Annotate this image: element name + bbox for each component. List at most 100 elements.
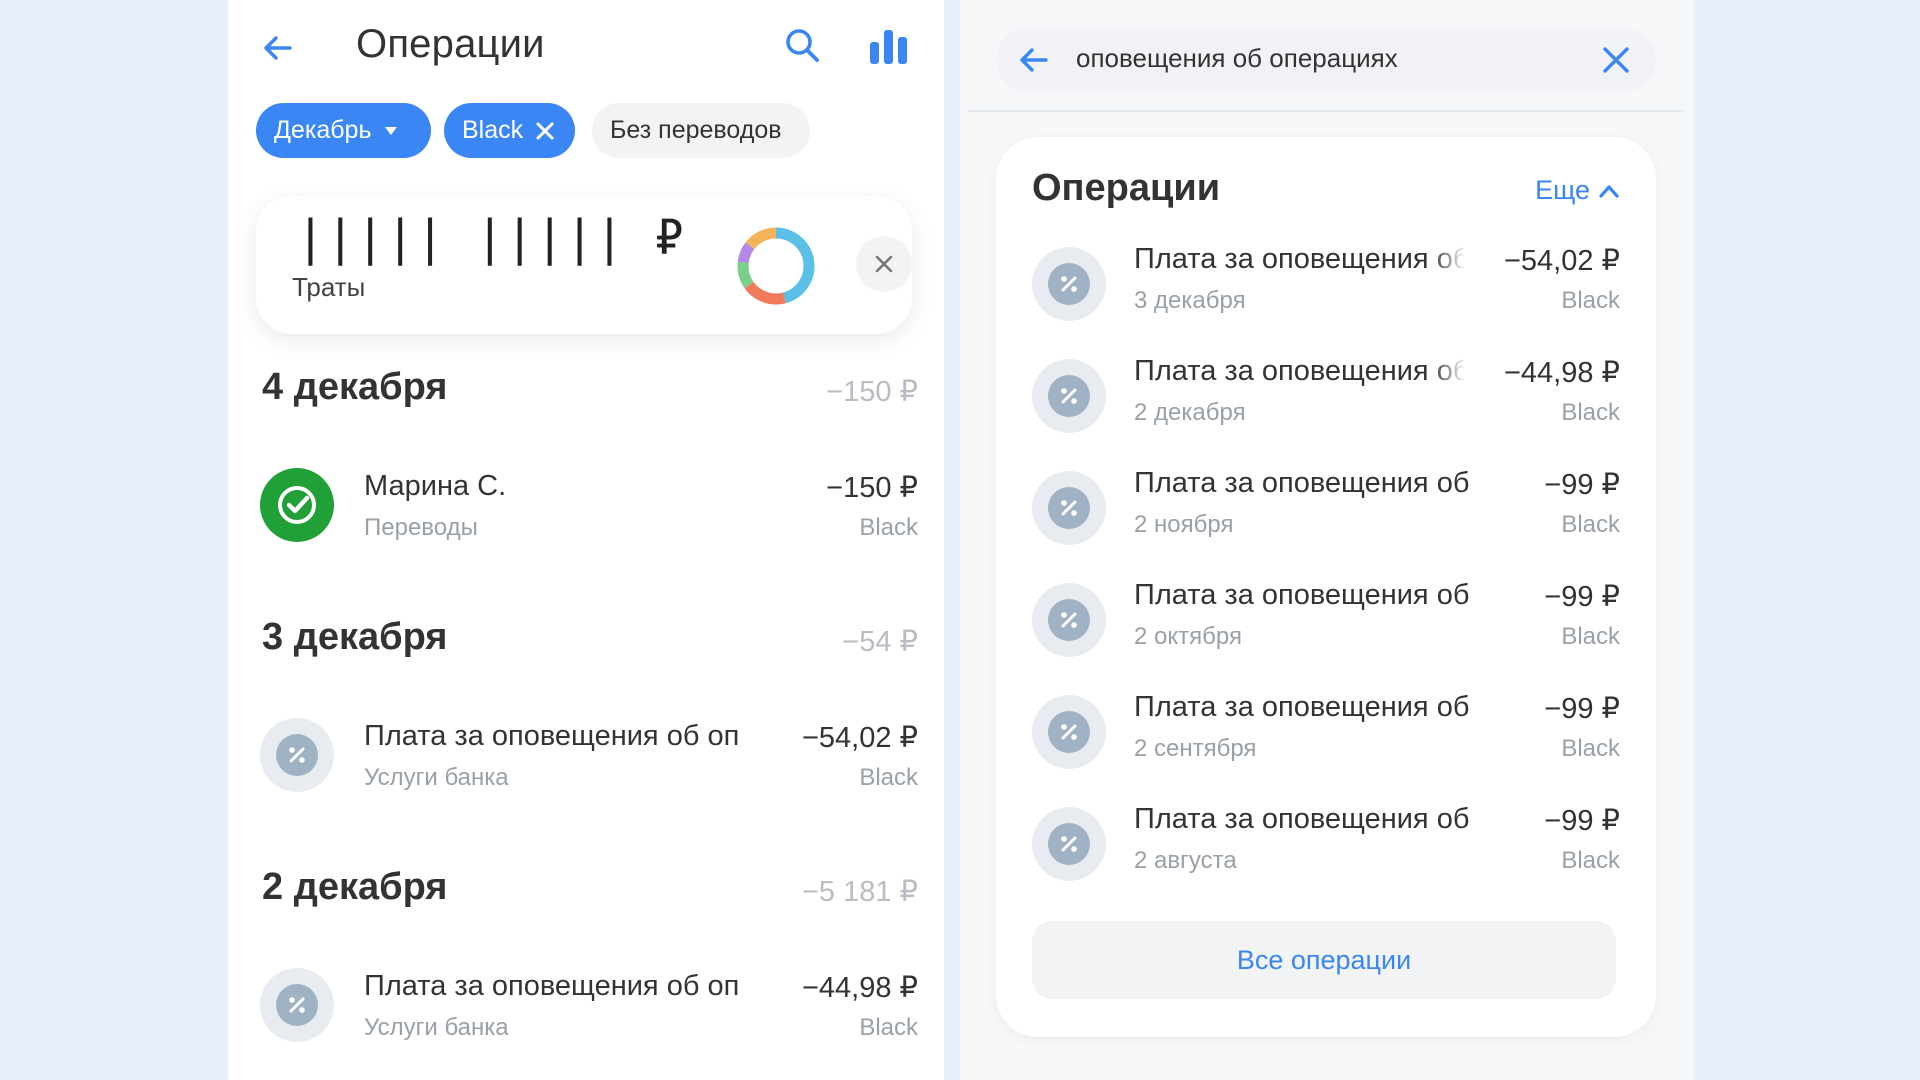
percent-icon xyxy=(260,968,334,1042)
spending-donut-icon xyxy=(734,224,818,308)
result-card: Black xyxy=(1561,735,1620,762)
result-card: Black xyxy=(1561,511,1620,538)
result-card: Black xyxy=(1561,623,1620,650)
result-card: Black xyxy=(1561,287,1620,314)
month-filter-label: Декабрь xyxy=(274,116,372,144)
search-bar[interactable]: оповещения об операциях xyxy=(996,28,1656,92)
search-result-row[interactable]: Плата за оповещения об 2 сентября −99 ₽ Bla… xyxy=(996,685,1656,781)
transaction-category: Услуги банка xyxy=(364,764,509,791)
result-title: Плата за оповещения об xyxy=(1134,355,1464,387)
transaction-card: Black xyxy=(859,764,918,791)
spending-summary-card[interactable]: ||||| ||||| ₽ Траты xyxy=(256,196,912,334)
back-arrow-icon[interactable] xyxy=(260,30,296,66)
percent-icon xyxy=(1032,807,1106,881)
text-fade xyxy=(1432,353,1466,393)
no-transfers-label: Без переводов xyxy=(610,116,782,144)
percent-icon xyxy=(260,718,334,792)
result-card: Black xyxy=(1561,847,1620,874)
transaction-row[interactable]: Плата за оповещения об оп Услуги банка −… xyxy=(228,960,944,1060)
date-header: 2 декабря xyxy=(262,866,448,908)
analytics-chart-icon[interactable] xyxy=(868,26,910,66)
result-amount: −99 ₽ xyxy=(1538,467,1620,502)
percent-icon xyxy=(1032,471,1106,545)
result-date: 2 ноября xyxy=(1134,511,1234,538)
transaction-title: Плата за оповещения об оп xyxy=(364,720,740,752)
result-date: 2 декабря xyxy=(1134,399,1246,426)
text-fade xyxy=(742,718,776,758)
text-fade xyxy=(1480,801,1514,841)
transaction-amount: −44,98 ₽ xyxy=(801,972,918,1004)
text-fade xyxy=(1480,577,1514,617)
more-label: Еще xyxy=(1535,175,1590,205)
result-amount: −44,98 ₽ xyxy=(1497,355,1620,390)
back-arrow-icon[interactable] xyxy=(1016,42,1052,78)
text-fade xyxy=(742,968,776,1008)
percent-icon xyxy=(1032,695,1106,769)
transaction-title: Марина С. xyxy=(364,470,507,502)
section-title: Операции xyxy=(1032,167,1221,209)
transaction-amount: −150 ₽ xyxy=(826,472,918,504)
date-header: 4 декабря xyxy=(262,366,448,408)
spending-amount-masked: ||||| ||||| ₽ xyxy=(296,210,685,266)
operations-list-panel: Операции Декабрь Black Без переводов |||… xyxy=(228,0,944,1080)
result-title: Плата за оповещения об xyxy=(1134,691,1470,723)
card-filter-label: Black xyxy=(462,116,524,144)
text-fade xyxy=(1480,689,1514,729)
search-result-row[interactable]: Плата за оповещения об 2 октября −99 ₽ Blac… xyxy=(996,573,1656,669)
no-transfers-filter-chip[interactable]: Без переводов xyxy=(592,103,810,158)
search-result-row[interactable]: Плата за оповещения об 2 августа −99 ₽ Blac… xyxy=(996,797,1656,893)
search-result-row[interactable]: Плата за оповещения об 2 ноября −99 ₽ Black xyxy=(996,461,1656,557)
all-operations-label: Все операции xyxy=(1236,944,1412,975)
date-total: −150 ₽ xyxy=(826,376,918,408)
header-divider xyxy=(968,110,1683,112)
transaction-row[interactable]: Марина С. Переводы −150 ₽ Black xyxy=(228,460,944,560)
spending-label: Траты xyxy=(292,272,366,302)
result-title: Плата за оповещения об xyxy=(1134,579,1470,611)
result-date: 3 декабря xyxy=(1134,287,1246,314)
search-result-row[interactable]: Плата за оповещения об 3 декабря −54,02 ₽ B… xyxy=(996,237,1656,333)
date-header: 3 декабря xyxy=(262,616,448,658)
text-fade xyxy=(1432,241,1466,281)
date-total: −5 181 ₽ xyxy=(801,876,918,908)
check-circle-icon xyxy=(260,468,334,542)
transaction-card: Black xyxy=(859,514,918,541)
result-amount: −54,02 ₽ xyxy=(1497,243,1620,278)
result-amount: −99 ₽ xyxy=(1538,691,1620,726)
percent-icon xyxy=(1032,359,1106,433)
search-results-panel: оповещения об операциях Операции Еще Пла… xyxy=(960,0,1693,1080)
search-icon[interactable] xyxy=(783,26,823,66)
transaction-row[interactable]: Плата за оповещения об оп Услуги банка −… xyxy=(228,710,944,810)
result-title: Плата за оповещения об xyxy=(1134,803,1470,835)
all-operations-button[interactable]: Все операции xyxy=(1032,921,1616,999)
dropdown-caret-icon xyxy=(383,125,399,137)
close-summary-button[interactable] xyxy=(856,236,912,292)
result-amount: −99 ₽ xyxy=(1538,579,1620,614)
result-amount: −99 ₽ xyxy=(1538,803,1620,838)
search-input[interactable]: оповещения об операциях xyxy=(1076,43,1398,74)
transaction-category: Переводы xyxy=(364,514,478,541)
result-card: Black xyxy=(1561,399,1620,426)
result-title: Плата за оповещения об xyxy=(1134,243,1464,275)
result-date: 2 октября xyxy=(1134,623,1242,650)
transaction-title: Плата за оповещения об оп xyxy=(364,970,740,1002)
result-date: 2 сентября xyxy=(1134,735,1257,762)
card-filter-chip[interactable]: Black xyxy=(444,103,575,158)
percent-icon xyxy=(1032,583,1106,657)
transaction-category: Услуги банка xyxy=(364,1014,509,1041)
result-date: 2 августа xyxy=(1134,847,1237,874)
percent-icon xyxy=(1032,247,1106,321)
close-icon xyxy=(875,255,893,273)
chevron-up-icon xyxy=(1598,175,1620,206)
transaction-amount: −54,02 ₽ xyxy=(801,722,918,754)
month-filter-chip[interactable]: Декабрь xyxy=(256,103,431,158)
transaction-card: Black xyxy=(859,1014,918,1041)
text-fade xyxy=(1480,465,1514,505)
date-total: −54 ₽ xyxy=(842,626,918,658)
remove-filter-icon[interactable] xyxy=(535,121,555,141)
result-title: Плата за оповещения об xyxy=(1134,467,1470,499)
more-toggle-link[interactable]: Еще xyxy=(1535,175,1620,206)
clear-search-icon[interactable] xyxy=(1600,44,1632,76)
page-title: Операции xyxy=(356,22,545,66)
operations-results-card: Операции Еще Плата за оповещения об 3 дек… xyxy=(996,137,1656,1037)
search-result-row[interactable]: Плата за оповещения об 2 декабря −44,98 ₽ B… xyxy=(996,349,1656,445)
